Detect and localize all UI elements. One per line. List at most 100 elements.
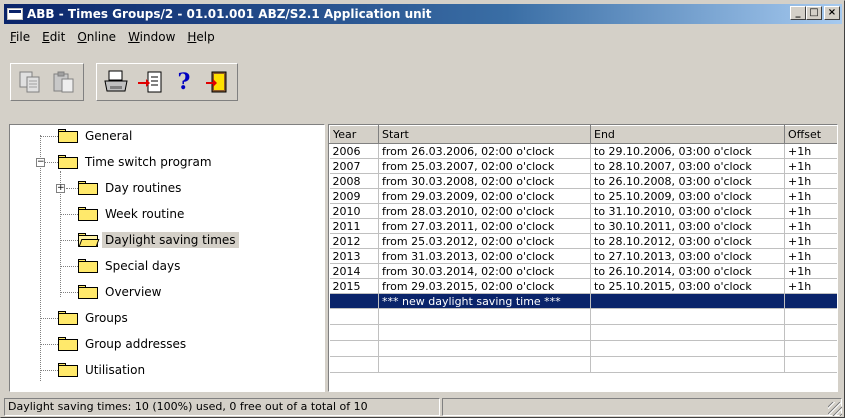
cell-offset: +1h	[784, 233, 837, 249]
table-row[interactable]: 2014 from 30.03.2014, 02:00 o'clock to 26.…	[329, 263, 837, 279]
tree-item-time-switch-program[interactable]: Time switch program	[58, 151, 215, 173]
table-row[interactable]: 2012 from 25.03.2012, 02:00 o'clock to 28.…	[329, 233, 837, 249]
cell-offset: +1h	[784, 158, 837, 174]
cell-offset: +1h	[784, 263, 837, 279]
empty-row	[329, 308, 837, 325]
cell-end: to 28.10.2007, 03:00 o'clock	[590, 158, 785, 174]
table-row[interactable]: 2008 from 30.03.2008, 02:00 o'clock to 26.…	[329, 173, 837, 189]
title-bar[interactable]: ABB - Times Groups/2 - 01.01.001 ABZ/S2.…	[4, 4, 842, 24]
tree-item-group-addresses[interactable]: Group addresses	[58, 333, 189, 355]
cell-offset: +1h	[784, 203, 837, 219]
empty-row	[329, 340, 837, 357]
tree-item-special-days[interactable]: Special days	[78, 255, 183, 277]
tree-connector	[60, 240, 78, 241]
table-row[interactable]: 2010 from 28.03.2010, 02:00 o'clock to 31.…	[329, 203, 837, 219]
cell-start: from 26.03.2006, 02:00 o'clock	[378, 143, 591, 159]
print-button[interactable]	[100, 67, 132, 97]
window-title: ABB - Times Groups/2 - 01.01.001 ABZ/S2.…	[27, 7, 432, 21]
table-row[interactable]: 2011 from 27.03.2011, 02:00 o'clock to 30.…	[329, 218, 837, 234]
cell-offset: +1h	[784, 278, 837, 294]
column-header-end[interactable]: End	[590, 125, 785, 144]
copy-button[interactable]	[14, 67, 46, 97]
empty-row	[329, 324, 837, 341]
exit-button[interactable]	[202, 67, 234, 97]
table-row[interactable]: 2013 from 31.03.2013, 02:00 o'clock to 27.…	[329, 248, 837, 264]
cell-end: to 28.10.2012, 03:00 o'clock	[590, 233, 785, 249]
folder-icon	[78, 207, 98, 221]
cell-offset	[784, 293, 837, 309]
column-header-year[interactable]: Year	[329, 125, 379, 144]
status-text: Daylight saving times: 10 (100%) used, 0…	[4, 398, 440, 416]
help-button[interactable]: ?	[168, 67, 200, 97]
print-icon	[104, 70, 128, 92]
table-row[interactable]: 2007 from 25.03.2007, 02:00 o'clock to 28.…	[329, 158, 837, 174]
cell-start: from 30.03.2014, 02:00 o'clock	[378, 263, 591, 279]
minimize-button[interactable]: _	[790, 6, 806, 20]
folder-icon	[58, 311, 78, 325]
menu-window[interactable]: Window	[122, 30, 181, 44]
cell-offset: +1h	[784, 248, 837, 264]
tree-item-general[interactable]: General	[58, 125, 135, 147]
tree-item-daylight-saving-times[interactable]: Daylight saving times	[78, 229, 239, 251]
paste-button[interactable]	[48, 67, 80, 97]
cell-year: 2012	[329, 233, 379, 249]
cell-start: from 25.03.2007, 02:00 o'clock	[378, 158, 591, 174]
cell-offset: +1h	[784, 173, 837, 189]
resize-grip-icon[interactable]	[828, 402, 842, 416]
cell-end: to 26.10.2014, 03:00 o'clock	[590, 263, 785, 279]
status-pane-secondary	[442, 398, 842, 416]
empty-row	[329, 356, 837, 373]
tree-connector	[40, 344, 58, 345]
tree-item-day-routines[interactable]: Day routines	[78, 177, 184, 199]
collapse-toggle[interactable]: −	[36, 158, 45, 167]
menu-file[interactable]: File	[4, 30, 36, 44]
folder-icon	[78, 259, 98, 273]
tree-item-week-routine[interactable]: Week routine	[78, 203, 187, 225]
help-icon: ?	[177, 69, 191, 95]
menu-online[interactable]: Online	[71, 30, 122, 44]
menu-bar: File Edit Online Window Help	[4, 27, 221, 47]
cell-end: to 25.10.2015, 03:00 o'clock	[590, 278, 785, 294]
new-entry-row[interactable]: *** new daylight saving time ***	[329, 293, 837, 309]
exit-icon	[206, 71, 227, 93]
cell-end: to 29.10.2006, 03:00 o'clock	[590, 143, 785, 159]
tree-item-overview[interactable]: Overview	[78, 281, 165, 303]
tree-item-utilisation[interactable]: Utilisation	[58, 359, 148, 381]
table-row[interactable]: 2015 from 29.03.2015, 02:00 o'clock to 25.…	[329, 278, 837, 294]
folder-icon	[58, 363, 78, 377]
cell-end: to 27.10.2013, 03:00 o'clock	[590, 248, 785, 264]
cell-year: 2006	[329, 143, 379, 159]
tree-connector	[40, 370, 58, 371]
cell-end: to 30.10.2011, 03:00 o'clock	[590, 218, 785, 234]
column-header-offset[interactable]: Offset	[784, 125, 837, 144]
import-icon	[138, 71, 162, 93]
close-button[interactable]: ×	[824, 6, 840, 20]
dst-table: Year Start End Offset 2006 from 26.03.200…	[329, 125, 837, 373]
expand-toggle[interactable]: +	[56, 184, 65, 193]
open-folder-icon	[78, 233, 100, 247]
cell-offset: +1h	[784, 143, 837, 159]
import-button[interactable]	[134, 67, 166, 97]
menu-help[interactable]: Help	[181, 30, 220, 44]
tree-connector	[45, 162, 58, 163]
tree-connector	[60, 292, 78, 293]
toolbar-group-actions: ?	[96, 63, 238, 101]
maximize-button[interactable]: □	[806, 6, 822, 20]
cell-start: from 28.03.2010, 02:00 o'clock	[378, 203, 591, 219]
tree-item-groups[interactable]: Groups	[58, 307, 131, 329]
cell-year: 2009	[329, 188, 379, 204]
navigation-tree[interactable]: − + General Time switch program Day rout…	[9, 124, 325, 392]
daylight-saving-grid[interactable]: Year Start End Offset 2006 from 26.03.200…	[328, 124, 838, 392]
cell-year: 2008	[329, 173, 379, 189]
copy-icon	[19, 71, 40, 93]
cell-year: 2015	[329, 278, 379, 294]
table-row[interactable]: 2006 from 26.03.2006, 02:00 o'clock to 29.…	[329, 143, 837, 159]
caption-buttons: _ □ ×	[790, 6, 840, 20]
table-row[interactable]: 2009 from 29.03.2009, 02:00 o'clock to 25.…	[329, 188, 837, 204]
folder-icon	[58, 155, 78, 169]
column-header-start[interactable]: Start	[378, 125, 591, 144]
cell-year: 2014	[329, 263, 379, 279]
toolbar: ?	[4, 49, 842, 115]
folder-icon	[78, 181, 98, 195]
menu-edit[interactable]: Edit	[36, 30, 71, 44]
